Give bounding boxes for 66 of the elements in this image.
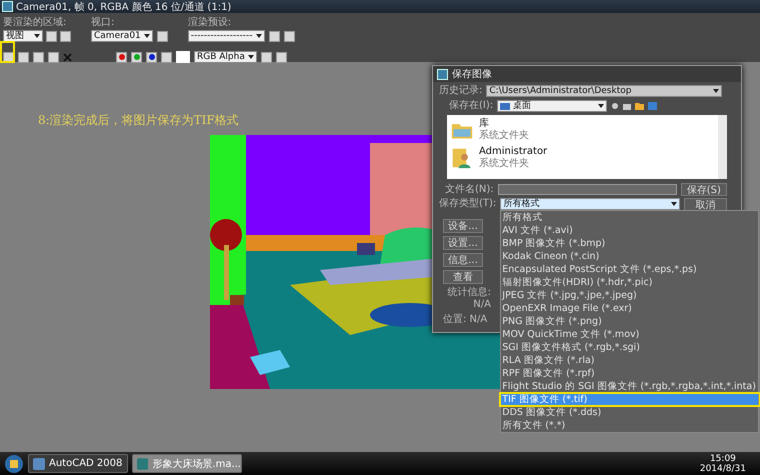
filename-label: 文件名(N): [445, 184, 494, 196]
taskbar-button[interactable]: AutoCAD 2008 [28, 454, 128, 473]
user-folder-icon [451, 147, 473, 169]
start-icon[interactable] [4, 454, 24, 474]
format-option[interactable]: RPF 图像文件 (*.rpf) [501, 367, 758, 380]
new-folder-icon[interactable] [635, 102, 644, 110]
clock-date: 2014/8/31 [700, 464, 746, 474]
app-icon [437, 68, 448, 80]
file-item[interactable]: 库 系统文件夹 [451, 118, 529, 142]
format-option[interactable]: RLA 图像文件 (*.rla) [501, 354, 758, 367]
stats-text: 统计信息: N/A [446, 287, 491, 311]
format-option[interactable]: MOV QuickTime 文件 (*.mov) [501, 328, 758, 341]
side-button[interactable]: 设置... [443, 236, 483, 250]
area-dropdown[interactable]: 视图 [3, 30, 43, 42]
preset-dropdown[interactable]: ------------------- [188, 30, 264, 42]
format-option[interactable]: 所有格式 [501, 211, 758, 224]
viewport-dropdown[interactable]: Camera01 [91, 30, 153, 42]
save-button[interactable]: 保存(S) [680, 183, 727, 196]
cancel-button[interactable]: 取消 [684, 198, 727, 211]
history-dropdown[interactable]: C:\Users\Administrator\Desktop [486, 85, 722, 97]
channel-dropdown[interactable]: RGB Alpha [194, 51, 257, 63]
file-item[interactable]: Administrator 系统文件夹 [451, 146, 548, 170]
location-text: 位置: N/A [443, 314, 488, 326]
viewport-label: 视口: [91, 17, 116, 29]
format-option[interactable]: BMP 图像文件 (*.bmp) [501, 237, 758, 250]
format-option[interactable]: Encapsulated PostScript 文件 (*.eps,*.ps) [501, 263, 758, 276]
format-option[interactable]: DDS 图像文件 (*.dds) [501, 406, 758, 419]
preset-label: 渲染预设: [188, 17, 232, 29]
app-icon [137, 458, 148, 470]
file-type: 系统文件夹 [479, 130, 529, 142]
format-option[interactable]: Flight Studio 的 SGI 图像文件 (*.rgb,*.rgba,*.int,*.inta) [501, 380, 758, 393]
clock-time: 15:09 [710, 454, 736, 464]
format-option[interactable]: SGI 图像文件格式 (*.rgb,*.sgi) [501, 341, 758, 354]
type-label: 保存类型(T): [439, 198, 496, 210]
file-name: 库 [479, 118, 490, 130]
taskbar-button[interactable]: 形象大床场景.ma... [132, 454, 242, 473]
format-option[interactable]: JPEG 文件 (*.jpg,*.jpe,*.jpeg) [501, 289, 758, 302]
save-in-dropdown[interactable]: 桌面 [497, 100, 608, 112]
color-swatch[interactable] [176, 51, 190, 63]
app-icon [33, 458, 45, 470]
highlight-frame [0, 41, 15, 63]
app-icon [2, 1, 13, 12]
desktop-icon [500, 102, 510, 110]
filename-field[interactable] [498, 184, 677, 195]
side-button[interactable]: 信息... [443, 253, 483, 267]
channel-toggle[interactable] [131, 52, 142, 62]
side-button[interactable]: 设备... [443, 219, 483, 233]
format-option[interactable]: PNG 图像文件 (*.png) [501, 315, 758, 328]
file-name: Administrator [479, 146, 548, 158]
format-option[interactable]: AVI 文件 (*.avi) [501, 224, 758, 237]
file-type: 系统文件夹 [479, 158, 530, 170]
window-title: Camera01, 帧 0, RGBA 颜色 16 位/通道 (1:1) [16, 0, 232, 14]
save-in-label: 保存在(I): [449, 100, 494, 112]
channel-toggle[interactable] [146, 52, 157, 62]
format-option[interactable]: OpenEXR Image File (*.exr) [501, 302, 758, 315]
type-dropdown[interactable]: 所有格式 [500, 198, 680, 210]
side-button[interactable]: 查看 [443, 270, 483, 284]
dialog-title: 保存图像 [452, 68, 492, 81]
format-option[interactable]: 辐射图像文件(HDRI) (*.hdr,*.pic) [501, 276, 758, 289]
channel-toggle[interactable] [116, 52, 127, 62]
step-caption: 8:渲染完成后，将图片保存为TIF格式 [38, 112, 239, 129]
history-label: 历史记录: [439, 85, 482, 97]
format-option[interactable]: Kodak Cineon (*.cin) [501, 250, 758, 263]
scrollbar [718, 115, 727, 179]
area-label: 要渲染的区域: [3, 17, 68, 29]
format-option[interactable]: 所有文件 (*.*) [501, 419, 758, 432]
